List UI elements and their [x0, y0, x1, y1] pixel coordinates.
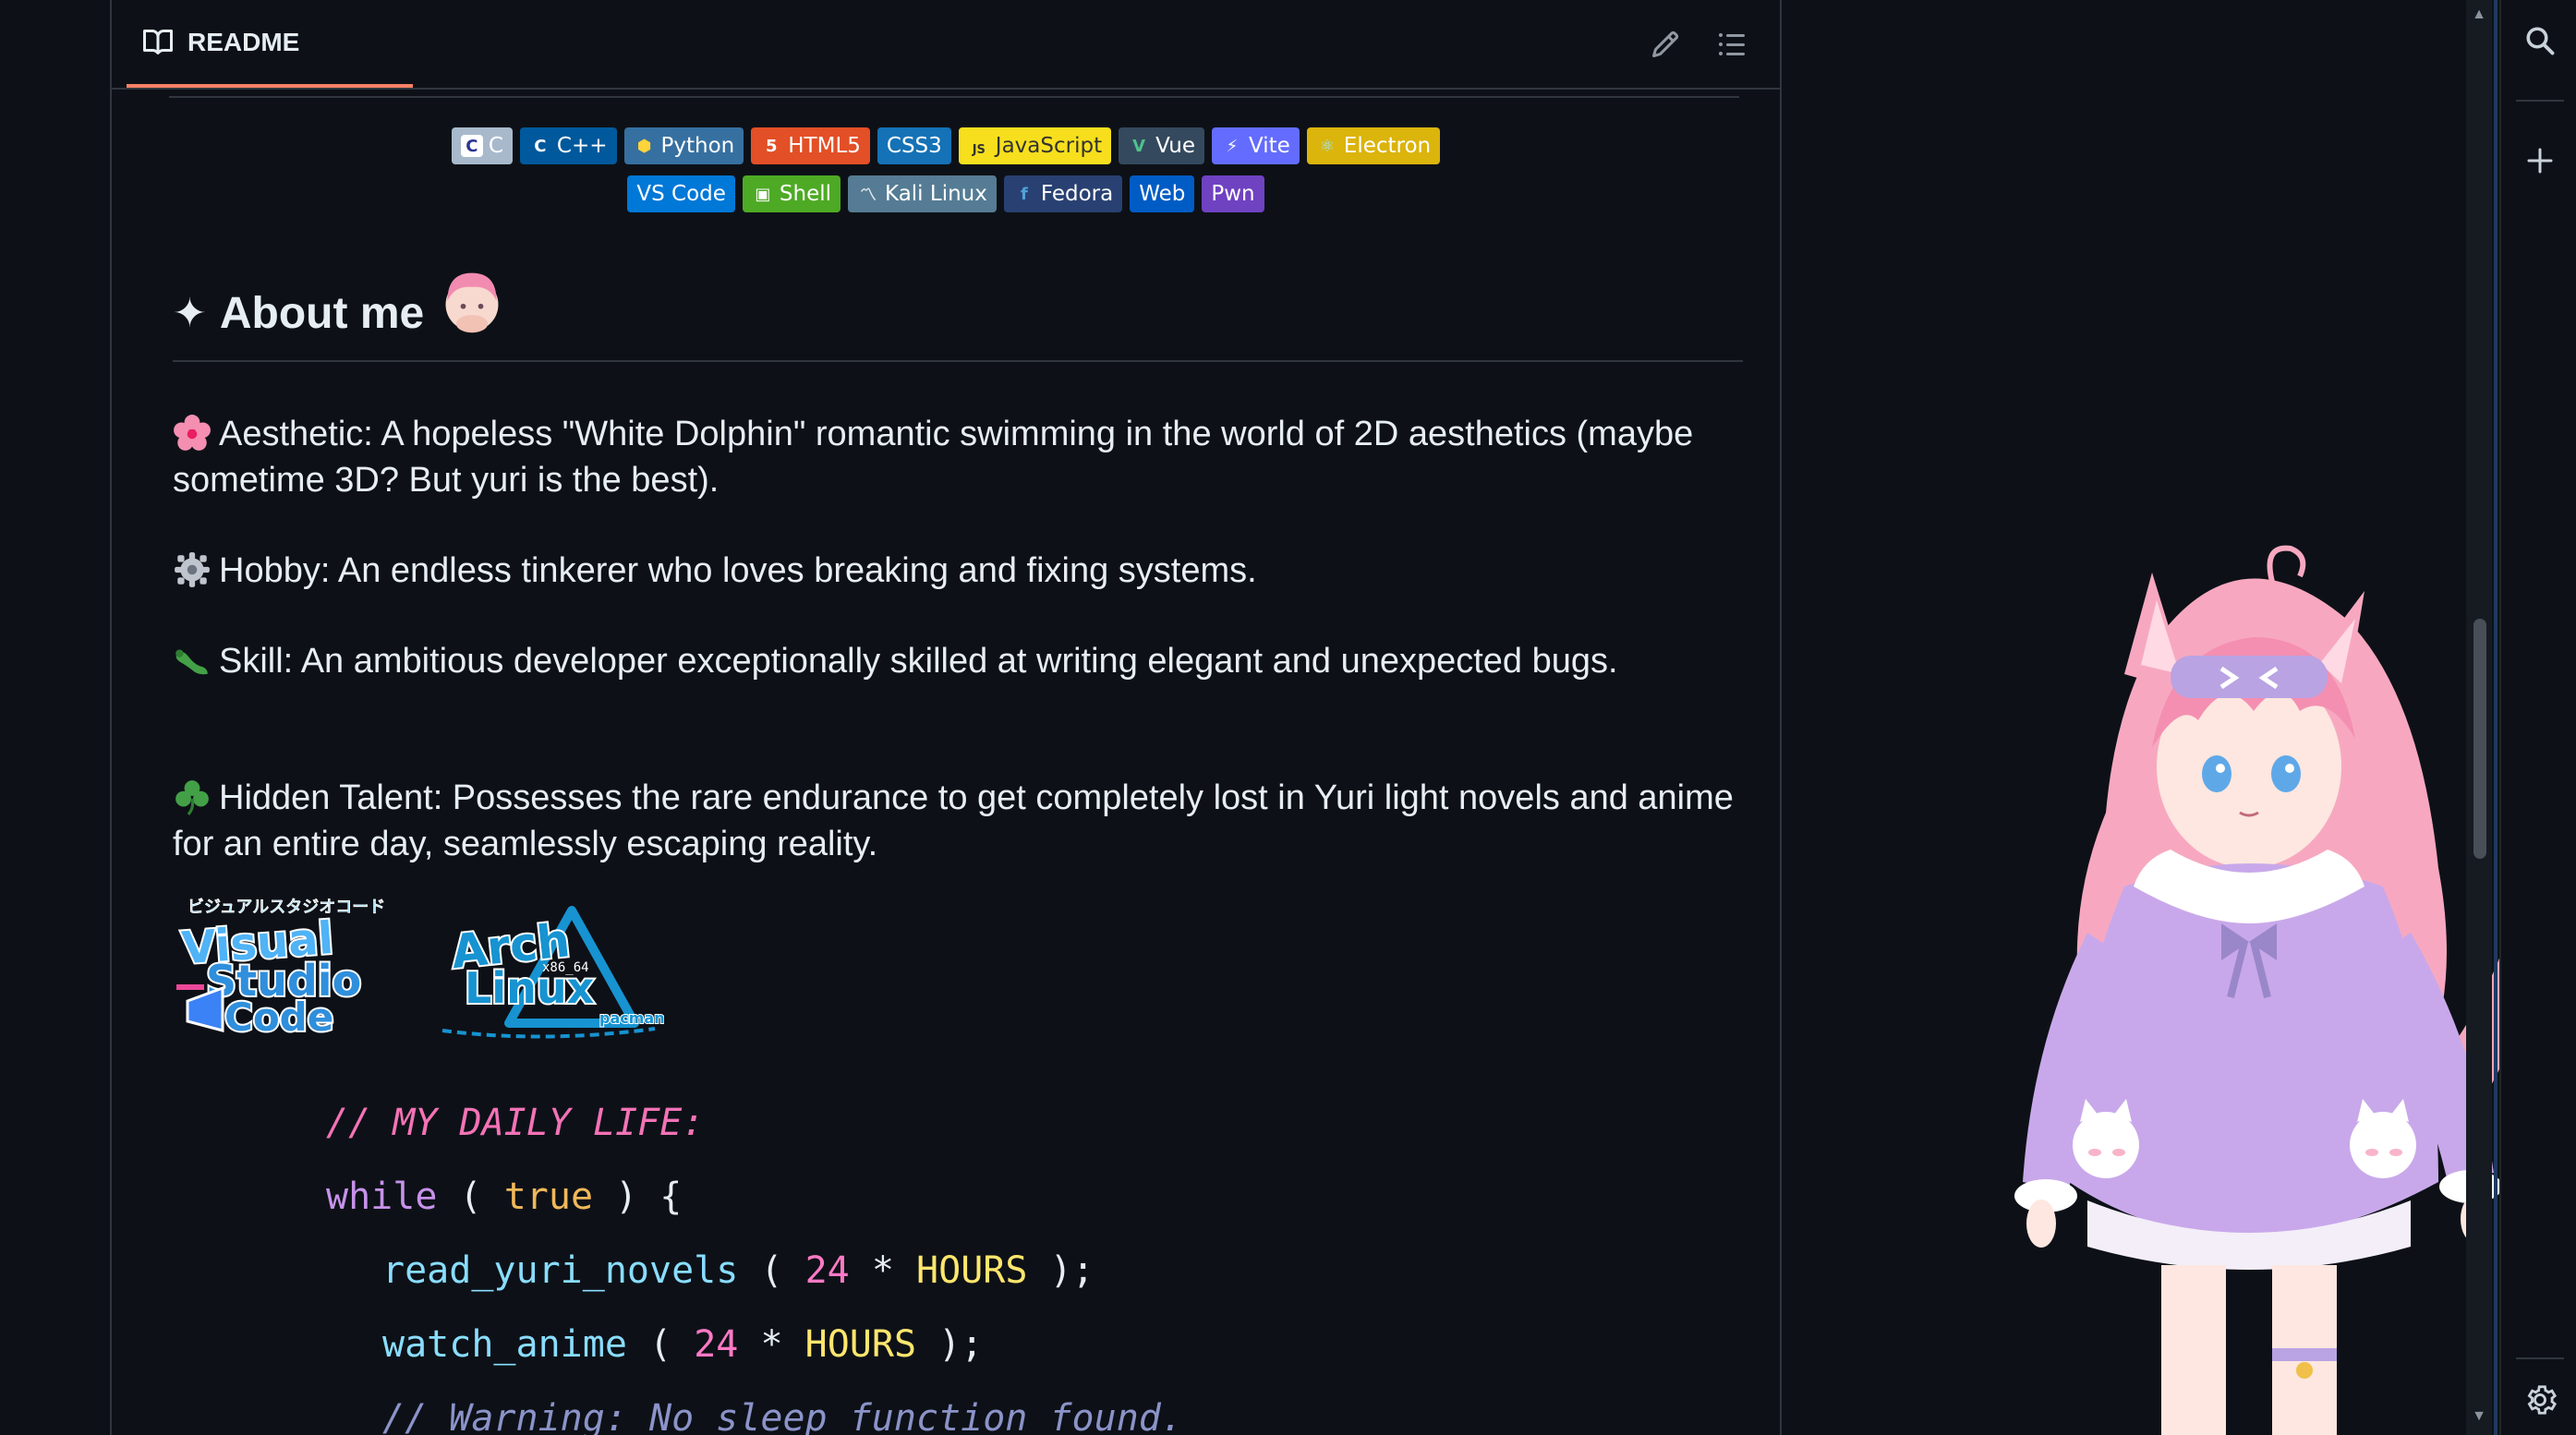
js-logo-icon: JS [967, 135, 990, 157]
about-heading-text: About me [219, 289, 425, 338]
badge-label: Shell [779, 182, 832, 206]
pencil-icon [1651, 30, 1679, 58]
html5-logo-icon: 5 [765, 136, 778, 156]
svg-text:pacman: pacman [599, 1009, 664, 1027]
badge-shell[interactable]: ▣ Shell [742, 175, 841, 212]
scroll-down-arrow-icon[interactable]: ▼ [2472, 1409, 2486, 1424]
paragraph-text: Hobby: An endless tinkerer who loves bre… [219, 551, 1257, 590]
table-of-contents-button[interactable] [1713, 26, 1750, 63]
list-icon [1719, 33, 1745, 55]
code-while-line: while ( true ) { [326, 1176, 683, 1218]
paragraph-skill: Skill: An ambitious developer exceptiona… [173, 638, 1743, 684]
svg-text:ビジュアルスタジオコード: ビジュアルスタジオコード [187, 898, 385, 917]
readme-panel: README C C C C++ ⬢ Python 5 HTML5 CSS3 JS JavaScri… [110, 0, 1782, 1435]
badge-c-[interactable]: C C++ [519, 127, 617, 164]
cpp-logo-icon: C [534, 136, 547, 156]
badge-label: HTML5 [788, 134, 861, 158]
gear-icon [2527, 1385, 2558, 1415]
gear-icon [175, 552, 210, 587]
badge-kali-linux[interactable]: 〽 Kali Linux [848, 175, 997, 212]
badge-pwn[interactable]: Pwn [1202, 175, 1264, 212]
badge-javascript[interactable]: JS JavaScript [958, 127, 1112, 164]
sparkle-icon: ✦ [173, 291, 207, 336]
shamrock-icon [175, 780, 209, 816]
badge-label: Fedora [1040, 182, 1114, 206]
paragraph-text: Hidden Talent: Possesses the rare endura… [173, 778, 1734, 863]
paragraph-text: Aesthetic: A hopeless "White Dolphin" ro… [173, 415, 1694, 500]
badge-label: C [488, 134, 503, 158]
about-heading: ✦ About me [173, 272, 1743, 362]
rail-divider [2516, 1357, 2564, 1359]
bug-icon [175, 649, 208, 675]
badge-label: Kali Linux [885, 182, 987, 206]
readme-header: README [112, 0, 1780, 90]
section-divider [169, 96, 1739, 98]
scroll-up-arrow-icon[interactable]: ▲ [2472, 7, 2486, 22]
badge-python[interactable]: ⬢ Python [623, 127, 744, 164]
side-rail [2499, 0, 2576, 1435]
electron-logo-icon: ⚛ [1319, 136, 1335, 156]
paragraph-hidden-talent: Hidden Talent: Possesses the rare endura… [173, 775, 1743, 867]
rail-divider [2516, 100, 2564, 102]
c-logo-icon: C [460, 135, 483, 157]
svg-text:x86_64: x86_64 [542, 960, 589, 975]
badge-electron[interactable]: ⚛ Electron [1306, 127, 1441, 164]
badge-vite[interactable]: ⚡ Vite [1212, 127, 1300, 164]
add-button[interactable] [2520, 140, 2560, 181]
badge-label: JavaScript [995, 134, 1103, 158]
badge-label: VS Code [636, 182, 726, 206]
paragraph-aesthetic: Aesthetic: A hopeless "White Dolphin" ro… [173, 411, 1743, 503]
vite-logo-icon: ⚡ [1226, 136, 1239, 156]
code-read-novels-line: read_yuri_novels ( 24 * HOURS ); [382, 1249, 1094, 1292]
arch-linux-sticker: Arch Linux x86_64 pacman [441, 906, 664, 1039]
badge-fedora[interactable]: f Fedora [1003, 175, 1123, 212]
vue-logo-icon: V [1132, 136, 1146, 156]
kali-logo-icon: 〽 [860, 186, 877, 205]
badge-label: Python [660, 134, 735, 158]
badge-html5[interactable]: 5 HTML5 [751, 127, 870, 164]
badge-label: Electron [1343, 134, 1432, 158]
code-watch-anime-line: watch_anime ( 24 * HOURS ); [382, 1323, 984, 1366]
paragraph-hobby: Hobby: An endless tinkerer who loves bre… [173, 548, 1743, 594]
badge-vue[interactable]: V Vue [1119, 127, 1204, 164]
badge-web[interactable]: Web [1130, 175, 1195, 212]
badge-label: C++ [556, 134, 608, 158]
book-icon [143, 29, 173, 54]
badge-css3[interactable]: CSS3 [877, 127, 951, 164]
badge-label: Web [1139, 182, 1186, 206]
paragraph-text: Skill: An ambitious developer exceptiona… [219, 642, 1618, 681]
badge-vs-code[interactable]: VS Code [627, 175, 735, 212]
code-warning-comment: // Warning: No sleep function found. [382, 1397, 1183, 1435]
python-logo-icon: ⬢ [636, 136, 652, 156]
fedora-logo-icon: f [1020, 184, 1028, 204]
plus-icon [2527, 148, 2553, 174]
scrollbar-thumb[interactable] [2473, 619, 2486, 859]
badge-label: Vite [1249, 134, 1290, 158]
chibi-avatar [445, 272, 499, 333]
search-icon [2526, 27, 2555, 55]
vscode-sticker: ビジュアルスタジオコード Visual Studio Code [176, 898, 386, 1040]
readme-tab[interactable]: README [127, 0, 413, 88]
cherry-blossom-icon [174, 415, 211, 451]
search-button[interactable] [2520, 20, 2560, 61]
badge-row-languages: C C C C++ ⬢ Python 5 HTML5 CSS3 JS JavaScript V Vue ⚡… [112, 127, 1780, 164]
badge-row-tools: VS Code ▣ Shell 〽 Kali Linux f Fedora Web Pwn [112, 175, 1780, 212]
settings-button[interactable] [2520, 1380, 2560, 1420]
edit-button[interactable] [1647, 26, 1684, 63]
code-comment-daily-life: // MY DAILY LIFE: [326, 1102, 705, 1144]
vertical-scrollbar[interactable]: ▲ ▼ [2466, 0, 2492, 1435]
badge-label: Vue [1155, 134, 1195, 158]
svg-text:Code: Code [224, 995, 333, 1040]
rail-edge [2494, 0, 2497, 1435]
readme-tab-label: README [187, 27, 300, 56]
badge-label: Pwn [1211, 182, 1255, 206]
badge-label: CSS3 [886, 134, 942, 158]
badge-c[interactable]: CC [451, 127, 513, 164]
shell-logo-icon: ▣ [755, 184, 771, 204]
